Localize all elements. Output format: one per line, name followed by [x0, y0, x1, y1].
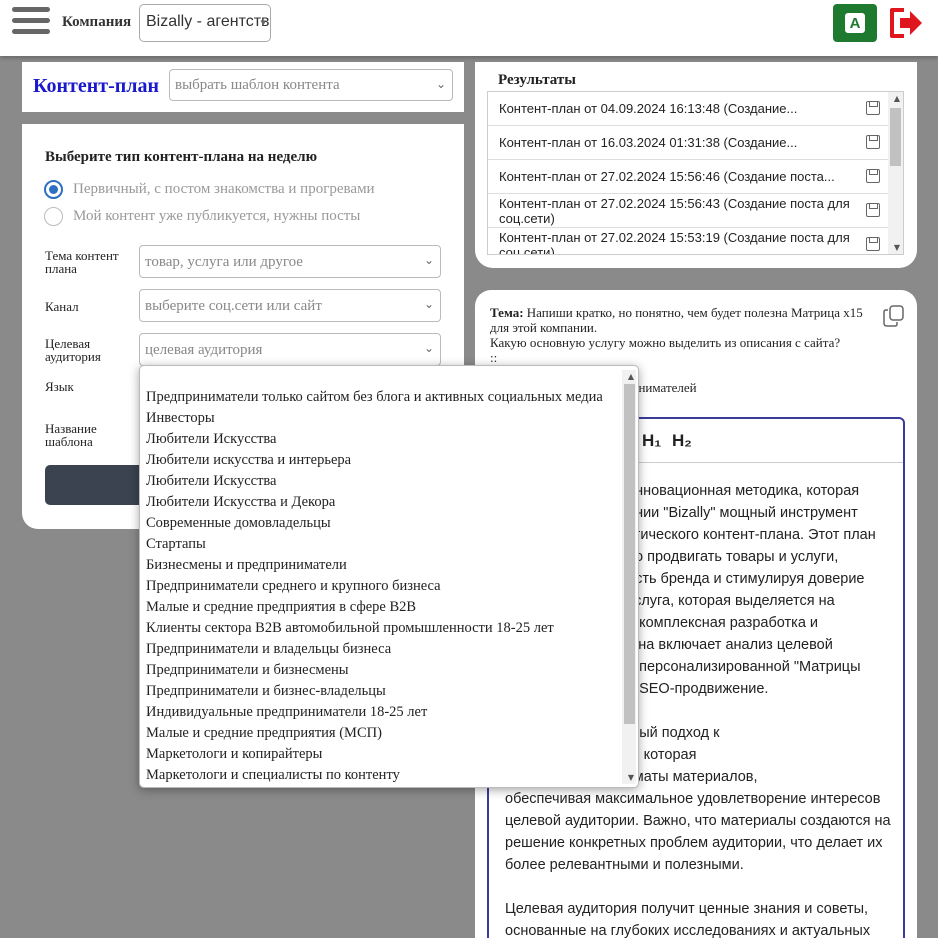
- dropdown-option[interactable]: Инвесторы: [146, 408, 624, 429]
- page-title: Контент-план: [33, 75, 160, 97]
- dropdown-option[interactable]: [146, 366, 624, 387]
- dropdown-option[interactable]: Любители Искусства: [146, 429, 624, 450]
- scroll-up-icon[interactable]: ▲: [894, 94, 900, 103]
- template-select[interactable]: выбрать шаблон контента ⌄: [169, 69, 453, 101]
- dropdown-option[interactable]: Предприниматели и владельцы бизнеса: [146, 639, 624, 660]
- audience-select[interactable]: целевая аудитория ⌄: [139, 333, 441, 366]
- result-item[interactable]: Контент-план от 27.02.2024 15:53:19 (Соз…: [488, 228, 903, 255]
- app-a-button[interactable]: A: [833, 4, 877, 42]
- company-select[interactable]: Bizally - агентство ▾: [139, 4, 271, 42]
- save-icon[interactable]: [866, 101, 880, 115]
- radio-primary-label: Первичный, с постом знакомства и прогрев…: [73, 181, 375, 197]
- result-item-label: Контент-план от 27.02.2024 15:53:19 (Соз…: [499, 230, 850, 255]
- dropdown-option[interactable]: Индивидуальные предприниматели 18-25 лет: [146, 702, 624, 723]
- result-item-label: Контент-план от 04.09.2024 16:13:48 (Соз…: [499, 101, 798, 116]
- a-icon: A: [845, 13, 865, 33]
- topic-text: Напиши кратко, но понятно, чем будет пол…: [490, 305, 863, 335]
- dropdown-option[interactable]: Малые и средние предприятия (МСП): [146, 723, 624, 744]
- dropdown-option[interactable]: Бизнесмены и предприниматели: [146, 555, 624, 576]
- channel-label: Канал: [45, 299, 79, 314]
- topic-line: Какую основную услугу можно выделить из …: [490, 335, 841, 350]
- dropdown-option[interactable]: Маркетологи и копирайтеры: [146, 744, 624, 765]
- radio-button[interactable]: [44, 207, 63, 226]
- radio-posts[interactable]: Мой контент уже публикуется, нужны посты: [44, 207, 360, 226]
- channel-placeholder: выберите соц.сети или сайт: [145, 298, 322, 314]
- dropdown-option[interactable]: Предприниматели только сайтом без блога …: [146, 387, 624, 408]
- dropdown-option[interactable]: Предприниматели среднего и крупного бизн…: [146, 576, 624, 597]
- dropdown-option[interactable]: Современные домовладельцы: [146, 513, 624, 534]
- result-item[interactable]: Контент-план от 04.09.2024 16:13:48 (Соз…: [488, 92, 903, 126]
- scroll-up-icon[interactable]: ▲: [628, 372, 634, 381]
- dropdown-option[interactable]: Малые и средние предприятия в сфере B2B: [146, 597, 624, 618]
- template-name-label: Название шаблона: [45, 421, 97, 449]
- results-list[interactable]: Контент-план от 04.09.2024 16:13:48 (Соз…: [487, 91, 904, 255]
- radio-button-checked[interactable]: [44, 180, 63, 199]
- save-icon[interactable]: [866, 203, 880, 217]
- radio-posts-label: Мой контент уже публикуется, нужны посты: [73, 208, 361, 224]
- result-item[interactable]: Контент-план от 27.02.2024 15:56:46 (Соз…: [488, 160, 903, 194]
- topic-placeholder: товар, услуга или другое: [145, 254, 303, 270]
- chevron-down-icon: ⌄: [423, 253, 434, 267]
- result-item[interactable]: Контент-план от 27.02.2024 15:56:43 (Соз…: [488, 194, 903, 228]
- menu-icon[interactable]: [12, 7, 50, 39]
- save-icon[interactable]: [866, 169, 880, 183]
- results-scrollbar[interactable]: ▲ ▼: [888, 92, 903, 254]
- dropdown-option[interactable]: Любители Искусства и Декора: [146, 492, 624, 513]
- topic-select[interactable]: товар, услуга или другое ⌄: [139, 245, 441, 278]
- dropdown-scrollbar[interactable]: ▲ ▼: [622, 370, 636, 784]
- scroll-down-icon[interactable]: ▼: [894, 243, 900, 252]
- audience-dropdown-list[interactable]: Предприниматели только сайтом без блога …: [139, 365, 639, 788]
- top-bar: Компания Bizally - агентство ▾ A: [0, 0, 938, 56]
- save-icon[interactable]: [866, 237, 880, 251]
- radio-primary[interactable]: Первичный, с постом знакомства и прогрев…: [44, 180, 375, 199]
- editor-paragraph: Целевая аудитория получит ценные знания …: [505, 901, 871, 938]
- topic-line: ::: [490, 350, 498, 365]
- result-item-label: Контент-план от 27.02.2024 15:56:46 (Соз…: [499, 169, 835, 184]
- results-title: Результаты: [498, 72, 576, 88]
- topic-label: Тема контент плана: [45, 248, 119, 276]
- content-plan-header: Контент-план выбрать шаблон контента ⌄: [22, 62, 464, 112]
- result-item-label: Контент-план от 16.03.2024 01:31:38 (Соз…: [499, 135, 798, 150]
- dropdown-option[interactable]: Предприниматели и бизнесмены: [146, 660, 624, 681]
- form-heading: Выберите тип контент-плана на неделю: [45, 149, 318, 165]
- dropdown-option[interactable]: Маркетологи и специалисты по контенту: [146, 765, 624, 786]
- chevron-down-icon: ▾: [260, 17, 266, 29]
- company-label: Компания: [62, 14, 132, 30]
- dropdown-option[interactable]: Стартапы: [146, 534, 624, 555]
- dropdown-option[interactable]: Любители Искусства: [146, 471, 624, 492]
- channel-select[interactable]: выберите соц.сети или сайт ⌄: [139, 289, 441, 322]
- scroll-down-icon[interactable]: ▼: [628, 773, 634, 782]
- chevron-down-icon: ⌄: [435, 77, 446, 91]
- dropdown-option[interactable]: Клиенты сектора B2B автомобильной промыш…: [146, 618, 624, 639]
- scroll-thumb[interactable]: [624, 384, 635, 724]
- save-icon[interactable]: [866, 135, 880, 149]
- dropdown-option[interactable]: Предприниматели и бизнес-владельцы: [146, 681, 624, 702]
- topic-label: Тема:: [490, 305, 524, 320]
- chevron-down-icon: ⌄: [423, 341, 434, 355]
- dropdown-option[interactable]: Любители искусства и интерьера: [146, 450, 624, 471]
- company-select-value: Bizally - агентство: [146, 13, 271, 30]
- dropdown-options: Предприниматели только сайтом без блога …: [146, 366, 624, 786]
- scroll-thumb[interactable]: [890, 108, 901, 166]
- result-item-label: Контент-план от 27.02.2024 15:56:43 (Соз…: [499, 196, 850, 226]
- heading1-button[interactable]: H₁: [642, 431, 661, 451]
- audience-placeholder: целевая аудитория: [145, 342, 263, 358]
- template-select-placeholder: выбрать шаблон контента: [175, 77, 340, 93]
- chevron-down-icon: ⌄: [423, 297, 434, 311]
- logout-button[interactable]: [886, 4, 926, 42]
- language-label: Язык: [45, 379, 74, 394]
- results-panel: Результаты Контент-план от 04.09.2024 16…: [475, 62, 917, 268]
- audience-label: Целевая аудитория: [45, 336, 101, 364]
- result-item[interactable]: Контент-план от 16.03.2024 01:31:38 (Соз…: [488, 126, 903, 160]
- copy-icon[interactable]: [883, 305, 905, 327]
- logout-icon: [890, 8, 922, 38]
- heading2-button[interactable]: H₂: [672, 431, 692, 451]
